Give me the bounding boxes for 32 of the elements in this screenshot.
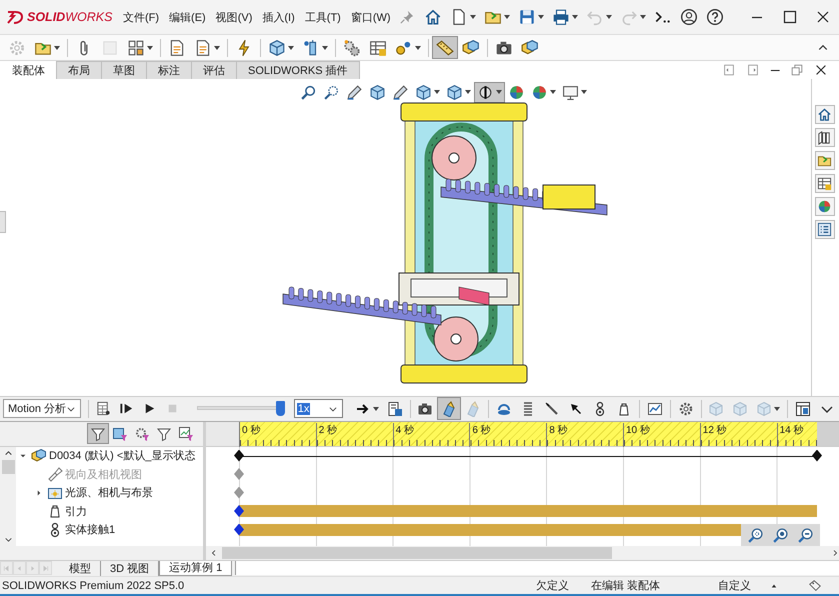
- time-label: 6 秒: [469, 422, 491, 446]
- command-tab[interactable]: 评估: [191, 61, 237, 80]
- product-version-text: SOLIDWORKS Premium 2022 SP5.0: [2, 580, 184, 592]
- time-label: 0 秒: [239, 422, 260, 446]
- time-label: 2 秒: [316, 422, 338, 446]
- command-tab[interactable]: 布局: [56, 61, 102, 80]
- time-label: 8 秒: [546, 422, 568, 446]
- menu-item[interactable]: 文件(F): [118, 8, 164, 27]
- status-text: 在编辑 装配体: [590, 579, 660, 594]
- time-label: 4 秒: [392, 422, 414, 446]
- menu-item[interactable]: 编辑(E): [164, 8, 211, 27]
- command-tab[interactable]: SOLIDWORKS 插件: [236, 61, 360, 80]
- time-label: 14 秒: [776, 422, 804, 446]
- app-logo-text: SOLIDWORKS: [27, 10, 112, 24]
- units-selector[interactable]: 自定义: [718, 578, 751, 594]
- menu-item[interactable]: 视图(V): [210, 8, 258, 27]
- time-ruler[interactable]: 0 秒 2 秒 4 秒 6 秒 8 秒 10 秒 12 秒 14 秒: [239, 422, 817, 446]
- menu-item[interactable]: 插入(I): [257, 8, 300, 27]
- tree-item[interactable]: 光源、相机与布景: [65, 485, 153, 500]
- time-label: 10 秒: [623, 422, 650, 446]
- speed-combobox[interactable]: 1x: [294, 399, 343, 418]
- time-label: 12 秒: [700, 422, 727, 446]
- menu-item[interactable]: 工具(T): [300, 8, 346, 27]
- study-tab[interactable]: 运动算例 1: [159, 561, 232, 576]
- command-tab[interactable]: 草图: [101, 61, 147, 80]
- tree-item[interactable]: 引力: [65, 504, 87, 519]
- study-type-dropdown[interactable]: Motion 分析: [3, 399, 82, 418]
- menu-item[interactable]: 窗口(W): [346, 8, 396, 27]
- tree-item[interactable]: 实体接触1: [65, 522, 116, 538]
- command-tab[interactable]: 标注: [146, 61, 192, 80]
- status-text: 欠定义: [536, 578, 569, 594]
- tree-item[interactable]: D0034 (默认) <默认_显示状态: [49, 448, 196, 464]
